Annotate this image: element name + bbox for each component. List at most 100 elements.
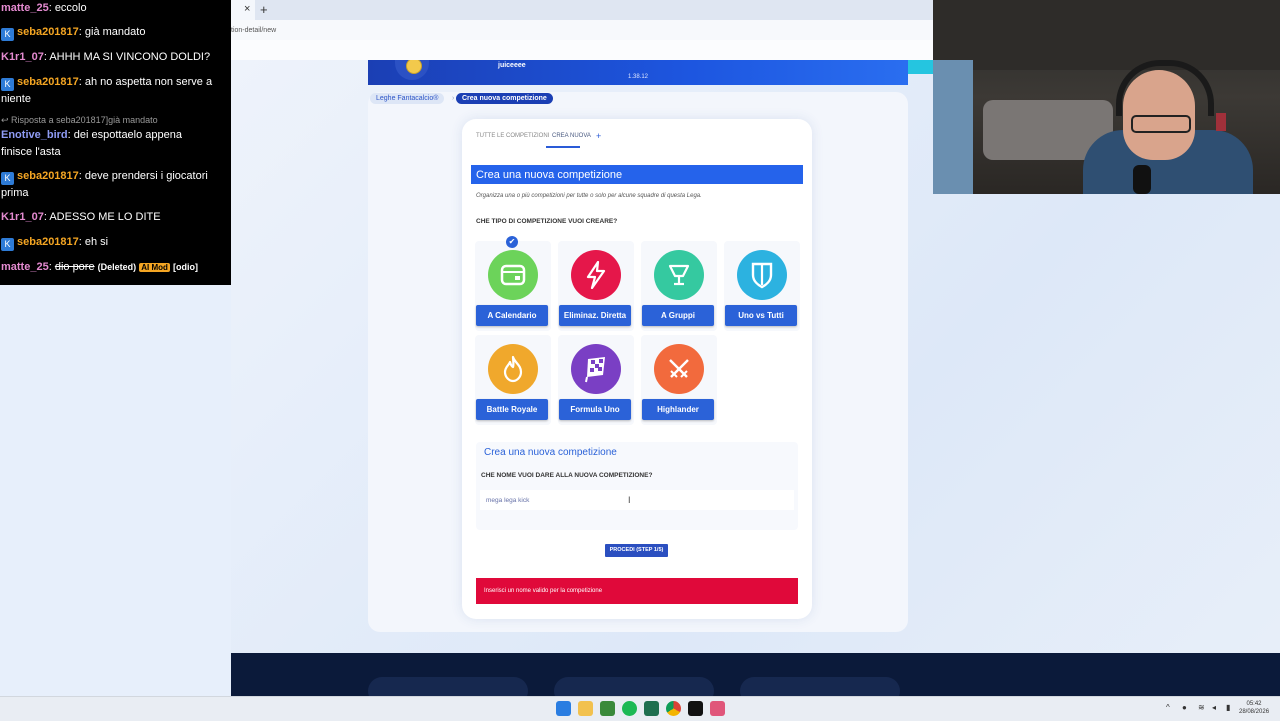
checkered-flag-icon [571, 344, 621, 394]
webcam-chair [1216, 113, 1226, 131]
trophy-icon [654, 250, 704, 300]
taskbar: ^ ● ≋ ◂ ▮ 05:42 28/08/2026 [0, 696, 1280, 721]
kick-badge-icon: K [1, 78, 14, 91]
spotify-icon[interactable] [622, 701, 637, 716]
kick-badge-icon: K [1, 28, 14, 41]
chrome-icon[interactable] [666, 701, 681, 716]
tray-clock[interactable]: 05:42 28/08/2026 [1239, 700, 1269, 716]
error-banner: Inserisci un nome valido per la competiz… [476, 578, 798, 604]
header-version: 1.38.12 [628, 74, 649, 80]
chat-username: seba201817 [17, 26, 79, 38]
competition-type-label[interactable]: Eliminaz. Diretta [559, 305, 631, 326]
chat-message: K1r1_07: AHHH MA SI VINCONO DOLDI? [1, 51, 210, 63]
url-text[interactable]: tion-detail/new [231, 27, 276, 34]
competition-type-label[interactable]: Highlander [642, 399, 714, 420]
tray-chevron-icon[interactable]: ^ [1166, 703, 1170, 712]
tiktok-icon[interactable] [688, 701, 703, 716]
crossed-swords-icon [654, 344, 704, 394]
competition-name-input[interactable] [480, 490, 794, 510]
chat-message: K1r1_07: ADESSO ME LO DITE [1, 211, 161, 223]
competition-type-label[interactable]: A Calendario [476, 305, 548, 326]
breadcrumb-current: Crea nuova competizione [456, 93, 553, 104]
selected-check-icon: ✔ [506, 236, 518, 248]
competition-type-label[interactable]: A Gruppi [642, 305, 714, 326]
windows-start-icon[interactable] [556, 701, 571, 716]
competition-type-uno-vs-tutti[interactable]: Uno vs Tutti [724, 241, 800, 331]
chat-message: Kseba201817: già mandato [1, 26, 145, 41]
breadcrumb-leghe[interactable]: Leghe Fantacalcio® [370, 93, 445, 104]
chat-text: : eccolo [48, 2, 87, 14]
chat-text: : dei espottaelo appena [67, 129, 182, 141]
webcam-window [933, 60, 973, 194]
chat-message: Kseba201817: ah no aspetta non serve a [1, 76, 212, 91]
competition-type-highlander[interactable]: Highlander [641, 335, 717, 425]
chat-deleted-text: dio pore [54, 261, 95, 273]
chat-deleted-tag: (Deleted) [97, 262, 137, 272]
footer [231, 653, 1280, 696]
chat-username: Enotive_bird [1, 129, 68, 141]
competition-type-label[interactable]: Battle Royale [476, 399, 548, 420]
chat-text: : già mandato [78, 26, 146, 38]
active-tab-indicator [546, 146, 580, 148]
chat-username: K1r1_07 [1, 211, 44, 223]
calendar-icon [488, 250, 538, 300]
tab-all-competitions[interactable]: TUTTE LE COMPETIZIONI [476, 133, 549, 139]
footer-link-3[interactable] [740, 677, 900, 696]
tab-close-icon[interactable]: × [244, 3, 250, 15]
competition-type-formula-uno[interactable]: Formula Uno [558, 335, 634, 425]
kick-badge-icon: K [1, 238, 14, 251]
flame-icon [488, 344, 538, 394]
chat-message: matte_25: eccolo [1, 2, 87, 14]
browser-tab-bar [231, 0, 933, 20]
chat-text: : eh si [78, 236, 109, 248]
chat-text-continued: finisce l'asta [1, 146, 61, 158]
chat-text: : ah no aspetta non serve a [78, 76, 213, 88]
footer-link-2[interactable] [554, 677, 714, 696]
minecraft-icon[interactable] [600, 701, 615, 716]
kick-badge-icon: K [1, 172, 14, 185]
ai-mod-badge: AI Mod [139, 263, 170, 272]
wifi-icon[interactable]: ≋ [1198, 703, 1205, 712]
app-icon[interactable] [644, 701, 659, 716]
chat-text-continued: niente [1, 93, 31, 105]
chat-message: Kseba201817: deve prendersi i giocatori [1, 170, 208, 185]
competition-type-eliminazione[interactable]: Eliminaz. Diretta [558, 241, 634, 331]
microphone-tray-icon[interactable]: ● [1182, 703, 1187, 712]
chat-message: matte_25: dio pore (Deleted) AI Mod [odi… [1, 261, 198, 273]
streaming-app-icon[interactable] [710, 701, 725, 716]
battery-icon[interactable]: ▮ [1226, 703, 1230, 712]
name-section-title: Crea una nuova competizione [484, 447, 617, 458]
competition-type-label[interactable]: Formula Uno [559, 399, 631, 420]
shield-icon [737, 250, 787, 300]
webcam-background [933, 0, 1280, 70]
header-username: juiceeee [498, 62, 526, 69]
glasses-icon [1131, 115, 1191, 133]
chat-username: matte_25 [1, 261, 49, 273]
name-question: CHE NOME VUOI DARE ALLA NUOVA COMPETIZIO… [481, 472, 653, 479]
competition-type-gruppi[interactable]: A Gruppi [641, 241, 717, 331]
browser-tab[interactable] [231, 0, 255, 20]
volume-icon[interactable]: ◂ [1212, 703, 1216, 712]
clock-date: 28/08/2026 [1239, 709, 1270, 715]
chat-text: : AHHH MA SI VINCONO DOLDI? [43, 51, 211, 63]
chat-text: : ADESSO ME LO DITE [43, 211, 161, 223]
competition-type-label[interactable]: Uno vs Tutti [725, 305, 797, 326]
microphone-icon [1133, 165, 1151, 194]
chat-username: K1r1_07 [1, 51, 44, 63]
file-explorer-icon[interactable] [578, 701, 593, 716]
competition-card: TUTTE LE COMPETIZIONI CREA NUOVA + Crea … [462, 119, 812, 619]
webcam-feed [933, 0, 1280, 194]
tab-new-competition[interactable]: CREA NUOVA [552, 133, 591, 139]
new-tab-icon[interactable]: + [260, 2, 268, 17]
chat-text: [odio] [172, 262, 198, 272]
proceed-button[interactable]: PROCEDI (STEP 1/5) [605, 544, 668, 557]
chat-username: seba201817 [17, 236, 79, 248]
chat-username: seba201817 [17, 76, 79, 88]
competition-type-battle-royale[interactable]: Battle Royale [475, 335, 551, 425]
plus-icon[interactable]: + [596, 131, 601, 141]
bookmarks-bar [231, 40, 933, 60]
footer-link-1[interactable] [368, 677, 528, 696]
competition-type-calendario[interactable]: ✔ A Calendario [475, 236, 551, 331]
chat-message: Kseba201817: eh si [1, 236, 108, 251]
address-bar[interactable] [231, 20, 933, 40]
